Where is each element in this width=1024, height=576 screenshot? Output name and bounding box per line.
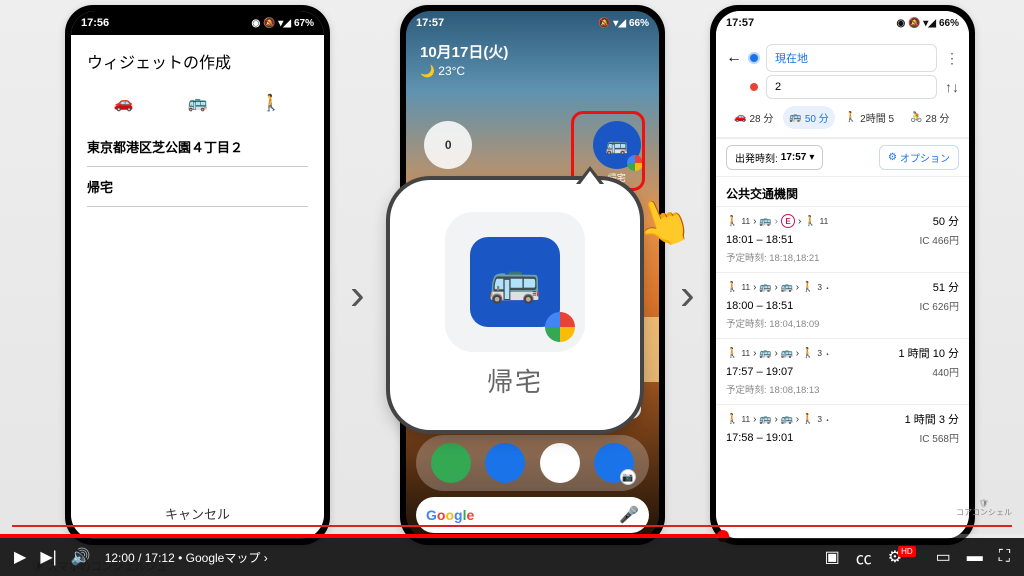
- swap-icon[interactable]: ↑↓: [945, 79, 959, 95]
- tab-car[interactable]: 🚗 28 分: [728, 106, 779, 129]
- status-icons: ◉ 🔕 ▾◢66%: [897, 18, 959, 29]
- messages-app-icon[interactable]: [485, 443, 525, 483]
- tab-transit[interactable]: 🚌 50 分: [783, 106, 834, 129]
- mic-icon[interactable]: 🎤: [619, 505, 639, 525]
- status-time: 17:56: [81, 17, 109, 29]
- mode-tabs: 🚗 28 分 🚌 50 分 🚶 2時間 5 🚴 28 分: [726, 102, 959, 133]
- route-item[interactable]: 🚶11 › 🚌 › 🚌 › 🚶3 ･1 時間 3 分 17:58 – 19:01…: [716, 404, 969, 456]
- phone-app-icon[interactable]: [431, 443, 471, 483]
- status-icons: ◉ 🔕 ▾◢67%: [252, 18, 314, 29]
- statusbar: 17:57 ◉ 🔕 ▾◢66%: [716, 11, 969, 35]
- more-icon[interactable]: ⋮: [945, 50, 959, 67]
- origin-input[interactable]: 現在地: [766, 44, 937, 72]
- back-icon[interactable]: ←: [726, 49, 742, 67]
- widget-preview: 🚌: [445, 212, 585, 352]
- video-controls: ▶ ▶| 🔊 12:00 / 17:12 • Googleマップ › ▣ ㏄ ⚙…: [0, 538, 1024, 576]
- next-icon[interactable]: ▶|: [40, 547, 56, 567]
- route-item[interactable]: 🚶11 › 🚌 › 🚌 › 🚶3 ･1 時間 10 分 17:57 – 19:0…: [716, 338, 969, 404]
- transport-mode-row: 🚗 🚌 🚶: [87, 87, 308, 127]
- video-time: 12:00 / 17:12 • Googleマップ ›: [105, 549, 268, 566]
- fullscreen-icon[interactable]: ⛶: [999, 548, 1010, 566]
- transit-icon[interactable]: 🚌: [188, 93, 208, 113]
- maps-pin-icon: [545, 312, 575, 342]
- status-icons: 🔕 ▾◢66%: [598, 18, 649, 29]
- route-item[interactable]: 🚶11 › 🚌 › 🚌 › 🚶3 ･51 分 18:00 – 18:51IC 6…: [716, 272, 969, 338]
- tutorial-redline: [12, 525, 1012, 527]
- settings-icon[interactable]: ⚙HD: [888, 547, 920, 567]
- autoplay-toggle-icon[interactable]: ▣: [825, 547, 840, 567]
- depart-time-chip[interactable]: 出発時刻: 17:57 ▾: [726, 145, 823, 170]
- video-stage: 17:56 ◉ 🔕 ▾◢67% ウィジェットの作成 🚗 🚌 🚶 東京都港区芝公園…: [0, 0, 1024, 576]
- destination-field[interactable]: 東京都港区芝公園４丁目２: [87, 127, 308, 167]
- captions-icon[interactable]: ㏄: [856, 545, 872, 569]
- statusbar: 17:57 🔕 ▾◢66%: [406, 11, 659, 35]
- play-icon[interactable]: ▶: [14, 547, 26, 567]
- timer-widget[interactable]: 0: [424, 121, 472, 169]
- origin-dot-icon: [750, 54, 758, 62]
- cancel-button[interactable]: キャンセル: [71, 504, 324, 523]
- tab-bike[interactable]: 🚴 28 分: [904, 106, 955, 129]
- theater-icon[interactable]: ▬: [967, 548, 983, 566]
- phone-maps-directions: 17:57 ◉ 🔕 ▾◢66% ← 現在地 ⋮ 2 ↑↓ 🚗 28 分: [710, 5, 975, 545]
- section-title: 公共交通機関: [716, 177, 969, 206]
- chrome-app-icon[interactable]: [540, 443, 580, 483]
- destination-dot-icon: [750, 83, 758, 91]
- car-icon[interactable]: 🚗: [114, 93, 134, 113]
- flow-arrow-icon: ›: [350, 270, 365, 320]
- google-logo-icon: Google: [426, 507, 474, 523]
- transit-widget-icon: 🚌: [470, 237, 560, 327]
- flow-arrow-icon: ›: [680, 270, 695, 320]
- widget-name-field[interactable]: 帰宅: [87, 167, 308, 207]
- widget-callout: 🚌 帰宅: [390, 180, 640, 430]
- homescreen-date: 10月17日(火): [406, 35, 659, 62]
- directions-header: ← 現在地 ⋮ 2 ↑↓ 🚗 28 分 🚌 50 分 🚶 2時間 5 🚴 28 …: [716, 35, 969, 138]
- camera-badge-icon: 📷: [620, 469, 636, 485]
- destination-input[interactable]: 2: [766, 75, 937, 99]
- dock: 📷: [416, 435, 649, 491]
- status-time: 17:57: [726, 17, 754, 29]
- page-title: ウィジェットの作成: [87, 49, 308, 73]
- miniplayer-icon[interactable]: ▭: [936, 547, 951, 567]
- watermark-logo: 🛡コアコンシェル: [956, 500, 1012, 518]
- tab-walk[interactable]: 🚶 2時間 5: [839, 106, 900, 129]
- options-chip[interactable]: ⚙ オプション: [879, 145, 959, 170]
- camera-app-icon[interactable]: 📷: [594, 443, 634, 483]
- callout-label: 帰宅: [487, 362, 543, 399]
- walk-icon[interactable]: 🚶: [261, 93, 281, 113]
- volume-icon[interactable]: 🔊: [71, 547, 91, 567]
- statusbar: 17:56 ◉ 🔕 ▾◢67%: [71, 11, 324, 35]
- homescreen-temp: 🌙 23°C: [406, 62, 659, 80]
- google-search-bar[interactable]: Google 🎤: [416, 497, 649, 533]
- status-time: 17:57: [416, 17, 444, 29]
- phone-widget-create: 17:56 ◉ 🔕 ▾◢67% ウィジェットの作成 🚗 🚌 🚶 東京都港区芝公園…: [65, 5, 330, 545]
- route-item[interactable]: 🚶11 › 🚌 › E › 🚶1150 分 18:01 – 18:51IC 46…: [716, 206, 969, 272]
